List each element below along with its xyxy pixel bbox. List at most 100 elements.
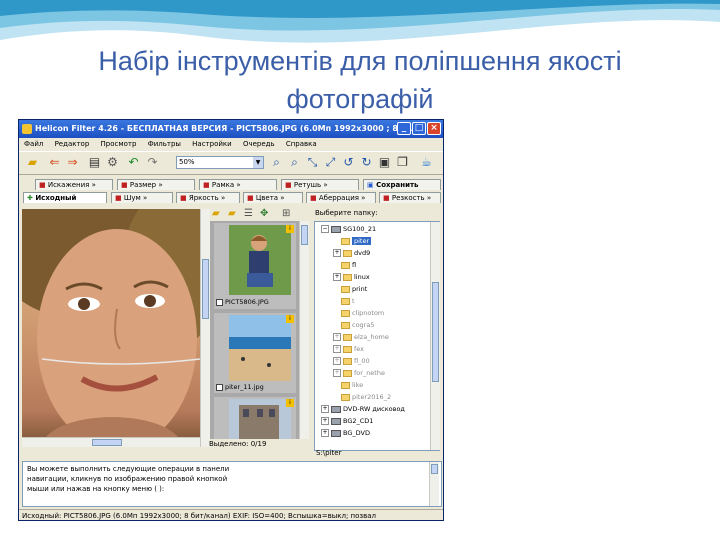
zoom-out-icon[interactable]: ⌕	[287, 155, 302, 170]
tree-item-folder[interactable]: print	[341, 284, 367, 295]
scroll-thumb[interactable]	[92, 439, 122, 446]
tree-item-folder[interactable]: like	[341, 380, 363, 391]
tree-item-drive[interactable]: + BG2_CD1	[321, 416, 373, 427]
zoom-value: 50%	[179, 158, 195, 166]
tree-item-folder[interactable]: cogra5	[341, 320, 374, 331]
folder-tree: − SG100_21 piter + dvd9 fl + linux print t …	[314, 221, 440, 451]
tab-original[interactable]: ✚ Исходный	[23, 192, 107, 203]
tab-distortion[interactable]: ■ Искажения »	[35, 179, 113, 190]
thumbnail-item[interactable]: i piter_11.jpg	[214, 313, 296, 393]
photo-horizontal-scrollbar[interactable]	[22, 437, 200, 447]
thumbnail-item[interactable]: i	[214, 397, 296, 439]
slide-title-line2: фотографій	[286, 84, 434, 114]
folder-up-icon[interactable]: ▰	[212, 208, 220, 219]
help-text-box: Вы можете выполнить следующие операции в…	[22, 461, 442, 507]
tree-item-folder[interactable]: + fl_00	[333, 356, 370, 367]
help-line-3: мыши или нажав на кнопку меню ( ):	[27, 485, 165, 493]
tree-item-folder[interactable]: + elza_home	[333, 332, 389, 343]
info-icon[interactable]: i	[286, 315, 294, 323]
folder-open-icon[interactable]: ▰	[25, 155, 40, 170]
checkbox[interactable]	[216, 383, 223, 391]
tab-row-bottom: ✚ Исходный ■ Шум » ■ Яркость » ■ Цвета »…	[21, 192, 441, 204]
portrait-image	[22, 209, 200, 447]
rotate-left-icon[interactable]: ↺	[341, 155, 356, 170]
redo-icon[interactable]: ↷	[145, 155, 160, 170]
minimize-button[interactable]: _	[397, 122, 411, 135]
zoom-in-icon[interactable]: ⌕	[269, 155, 284, 170]
tab-colors[interactable]: ■ Цвета »	[243, 192, 303, 203]
tree-item-folder-selected[interactable]: piter	[341, 236, 372, 247]
tree-item-folder[interactable]: + dvd9	[333, 248, 370, 259]
compare-icon[interactable]: ▣	[377, 155, 392, 170]
scroll-thumb[interactable]	[431, 464, 438, 474]
thumbnail-panel: i PICT5806.JPG i piter_11.jpg i	[210, 221, 299, 439]
tree-item-folder[interactable]: + for_nethe	[333, 368, 385, 379]
move-icon[interactable]: ✥	[260, 208, 268, 219]
checkbox[interactable]	[216, 298, 223, 306]
tree-item-folder[interactable]: piter2016_2	[341, 392, 391, 403]
zoom-select[interactable]: 50% ▼	[176, 156, 264, 169]
tree-item-folder[interactable]: t	[341, 296, 355, 307]
tab-retouch[interactable]: ■ Ретушь »	[281, 179, 359, 190]
help-line-2: навигации, кликнув по изображению правой…	[27, 475, 228, 483]
thumbnail-filename: piter_11.jpg	[216, 383, 264, 391]
folder-tree-scrollbar[interactable]	[430, 222, 440, 450]
tree-item-folder[interactable]: + fex	[333, 344, 364, 355]
batch-icon[interactable]: ⚙	[105, 155, 120, 170]
maximize-button[interactable]: □	[412, 122, 426, 135]
thumbnail-scrollbar[interactable]	[299, 221, 309, 439]
fit-icon[interactable]: ⤡	[305, 155, 320, 170]
thumbnail-image	[229, 315, 291, 381]
arrow-forward-icon[interactable]: ⇒	[65, 155, 80, 170]
rotate-right-icon[interactable]: ↻	[359, 155, 374, 170]
thumbnail-item[interactable]: i PICT5806.JPG	[214, 223, 296, 309]
tab-noise[interactable]: ■ Шум »	[111, 192, 173, 203]
copy-icon[interactable]: ❐	[395, 155, 410, 170]
tree-item-folder[interactable]: clipnotom	[341, 308, 384, 319]
status-bar: Исходный: PICT5806.JPG (6.0Мп 1992x3000;…	[19, 509, 443, 520]
tree-item-drive[interactable]: + DVD-RW дисковод	[321, 404, 405, 415]
scroll-thumb[interactable]	[301, 225, 308, 245]
scroll-thumb[interactable]	[202, 259, 209, 319]
info-icon[interactable]: i	[286, 399, 294, 407]
folder-new-icon[interactable]: ▰	[228, 208, 236, 219]
chevron-down-icon[interactable]: ▼	[253, 157, 263, 168]
slide-title-line1: Набір інструментів для поліпшення якості	[98, 46, 622, 76]
window-title: Helicon Filter 4.26 - БЕСПЛАТНАЯ ВЕРСИЯ …	[35, 124, 416, 133]
tree-item-folder[interactable]: + linux	[333, 272, 370, 283]
tree-view-icon[interactable]: ⊞	[282, 208, 290, 219]
scroll-thumb[interactable]	[432, 282, 439, 382]
folder-select-label: Выберите папку:	[315, 209, 378, 217]
tab-frame[interactable]: ■ Рамка »	[199, 179, 277, 190]
tab-sharpness[interactable]: ■ Резкость »	[379, 192, 441, 203]
arrow-back-icon[interactable]: ⇐	[47, 155, 62, 170]
browser-toolbar: ▰ ▰ ☰ ✥ ⊞	[210, 207, 304, 221]
tab-save[interactable]: ▣ Сохранить	[363, 179, 441, 190]
menu-file[interactable]: Файл	[24, 140, 43, 148]
photo-vertical-scrollbar[interactable]	[200, 209, 210, 447]
tab-aberration[interactable]: ■ Аберрация »	[306, 192, 376, 203]
close-button[interactable]: ×	[427, 122, 441, 135]
tree-item-folder[interactable]: fl	[341, 260, 356, 271]
menu-help[interactable]: Справка	[286, 140, 317, 148]
tab-size[interactable]: ■ Размер »	[117, 179, 195, 190]
info-icon[interactable]: i	[286, 225, 294, 233]
print-icon[interactable]: ▤	[87, 155, 102, 170]
selected-count: Выделено: 0/19	[209, 440, 267, 448]
menu-view[interactable]: Просмотр	[101, 140, 137, 148]
tree-item-drive[interactable]: − SG100_21	[321, 224, 376, 235]
helicon-filter-window: Helicon Filter 4.26 - БЕСПЛАТНАЯ ВЕРСИЯ …	[18, 119, 444, 521]
window-titlebar[interactable]: Helicon Filter 4.26 - БЕСПЛАТНАЯ ВЕРСИЯ …	[19, 120, 443, 138]
menu-settings[interactable]: Настройки	[192, 140, 232, 148]
list-view-icon[interactable]: ☰	[244, 208, 253, 219]
menu-queue[interactable]: Очередь	[243, 140, 275, 148]
menu-filters[interactable]: Фильтры	[148, 140, 181, 148]
tree-item-drive[interactable]: + BG_DVD	[321, 428, 370, 439]
help-icon[interactable]: ☕	[419, 155, 434, 170]
undo-icon[interactable]: ↶	[126, 155, 141, 170]
tab-brightness[interactable]: ■ Яркость »	[176, 192, 240, 203]
photo-preview[interactable]	[22, 209, 200, 447]
help-text-scrollbar[interactable]	[429, 462, 439, 506]
menu-editor[interactable]: Редактор	[55, 140, 90, 148]
actual-size-icon[interactable]: ⤢	[323, 155, 338, 170]
